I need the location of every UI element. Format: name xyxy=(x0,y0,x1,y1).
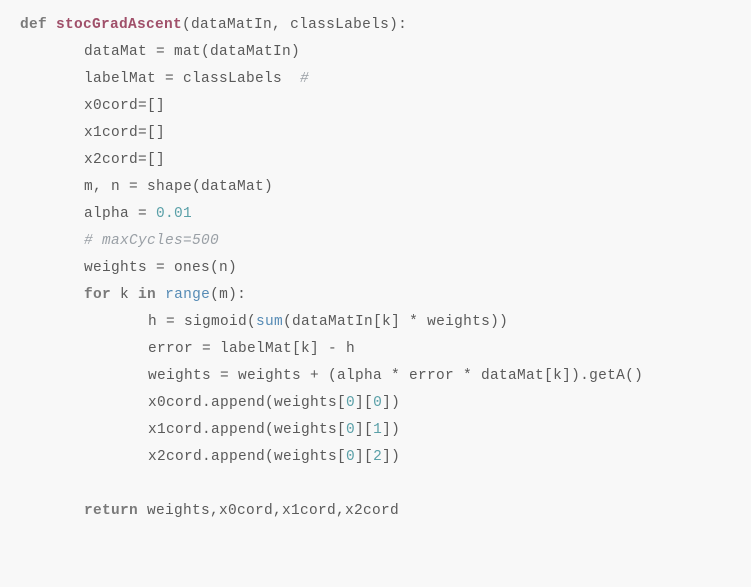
code-line: weights = weights + (alpha * error * dat… xyxy=(20,363,731,390)
code-token: def xyxy=(20,17,56,33)
code-token: # xyxy=(300,71,309,87)
code-token: ][ xyxy=(355,422,373,438)
code-token: labelMat = classLabels xyxy=(84,71,300,87)
code-token: 0 xyxy=(346,422,355,438)
code-token: ][ xyxy=(355,395,373,411)
code-line: m, n = shape(dataMat) xyxy=(20,174,731,201)
code-token: 2 xyxy=(373,449,382,465)
code-token: h = sigmoid( xyxy=(148,314,256,330)
code-token: ]) xyxy=(382,422,400,438)
code-token: error = labelMat[k] - h xyxy=(148,341,355,357)
code-token: 0 xyxy=(346,449,355,465)
code-token: weights,x0cord,x1cord,x2cord xyxy=(138,503,399,519)
code-token: x1cord=[] xyxy=(84,125,165,141)
code-token: # maxCycles=500 xyxy=(84,233,219,249)
code-token: x1cord.append(weights[ xyxy=(148,422,346,438)
code-token: (dataMatIn[k] * weights)) xyxy=(283,314,508,330)
code-token: m, n = shape(dataMat) xyxy=(84,179,273,195)
code-line: error = labelMat[k] - h xyxy=(20,336,731,363)
code-token: (m): xyxy=(210,287,246,303)
code-line: for k in range(m): xyxy=(20,282,731,309)
code-token: weights = weights + (alpha * error * dat… xyxy=(148,368,643,384)
code-token: 0.01 xyxy=(156,206,192,222)
code-line: dataMat = mat(dataMatIn) xyxy=(20,39,731,66)
code-token xyxy=(156,287,165,303)
code-token: ][ xyxy=(355,449,373,465)
code-token: weights = ones(n) xyxy=(84,260,237,276)
code-token: k xyxy=(111,287,138,303)
code-token: sum xyxy=(256,314,283,330)
code-line: x0cord.append(weights[0][0]) xyxy=(20,390,731,417)
code-token: return xyxy=(84,503,138,519)
code-token: (dataMatIn, classLabels): xyxy=(182,17,407,33)
code-token: x0cord.append(weights[ xyxy=(148,395,346,411)
code-token: for xyxy=(84,287,111,303)
code-line: def stocGradAscent(dataMatIn, classLabel… xyxy=(20,12,731,39)
code-token: x2cord=[] xyxy=(84,152,165,168)
code-token: alpha = xyxy=(84,206,156,222)
code-token: dataMat = mat(dataMatIn) xyxy=(84,44,300,60)
code-token: 0 xyxy=(373,395,382,411)
code-line: h = sigmoid(sum(dataMatIn[k] * weights)) xyxy=(20,309,731,336)
code-token: x2cord.append(weights[ xyxy=(148,449,346,465)
code-token: 1 xyxy=(373,422,382,438)
code-line: alpha = 0.01 xyxy=(20,201,731,228)
code-token: x0cord=[] xyxy=(84,98,165,114)
code-line: return weights,x0cord,x1cord,x2cord xyxy=(20,498,731,525)
code-line: x1cord.append(weights[0][1]) xyxy=(20,417,731,444)
code-token: in xyxy=(138,287,156,303)
code-line: # maxCycles=500 xyxy=(20,228,731,255)
code-token: ]) xyxy=(382,395,400,411)
code-line: x1cord=[] xyxy=(20,120,731,147)
code-token: stocGradAscent xyxy=(56,17,182,33)
code-token: 0 xyxy=(346,395,355,411)
code-line xyxy=(20,471,731,498)
code-line: x0cord=[] xyxy=(20,93,731,120)
code-line: x2cord.append(weights[0][2]) xyxy=(20,444,731,471)
code-line: x2cord=[] xyxy=(20,147,731,174)
code-token: ]) xyxy=(382,449,400,465)
code-block: def stocGradAscent(dataMatIn, classLabel… xyxy=(20,12,731,525)
code-line: labelMat = classLabels # xyxy=(20,66,731,93)
code-line: weights = ones(n) xyxy=(20,255,731,282)
code-token: range xyxy=(165,287,210,303)
